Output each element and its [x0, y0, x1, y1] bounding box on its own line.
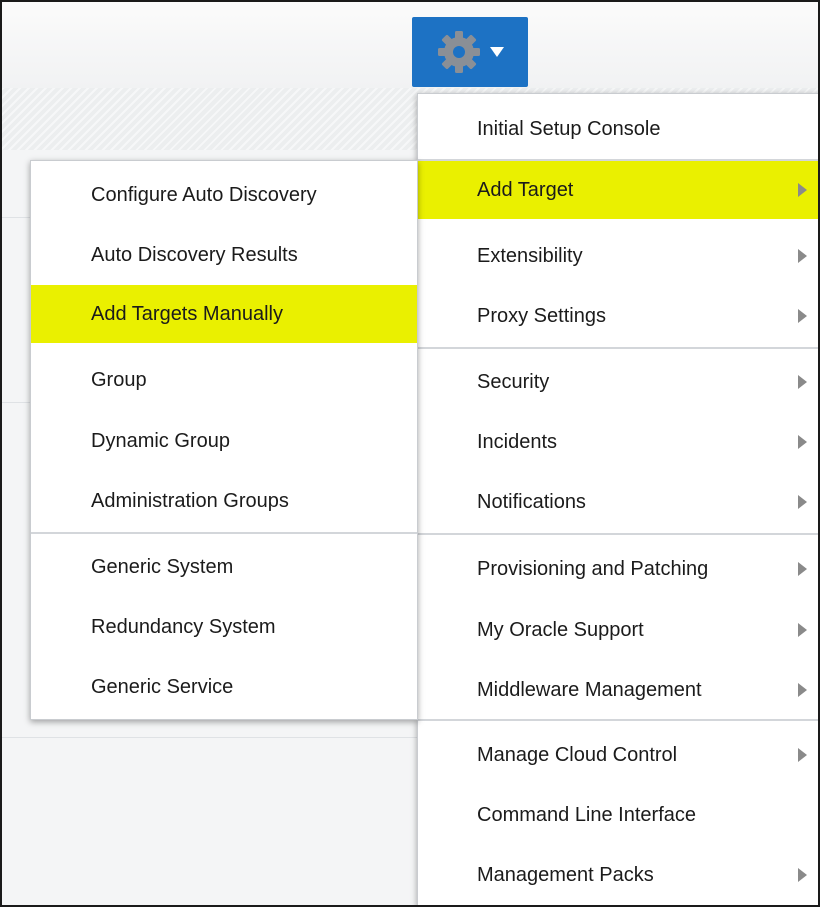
caret-down-icon: [490, 47, 504, 57]
submenu-item-auto-discovery-results[interactable]: Auto Discovery Results: [31, 226, 417, 284]
menu-item-label: Generic Service: [91, 675, 234, 698]
menu-separator: [418, 347, 818, 349]
menu-item-notifications[interactable]: Notifications: [418, 473, 818, 531]
menu-item-label: Administration Groups: [91, 489, 289, 512]
submenu-arrow-icon: [798, 868, 807, 882]
submenu-arrow-icon: [798, 375, 807, 389]
menu-item-incidents[interactable]: Incidents: [418, 413, 818, 471]
submenu-item-generic-service[interactable]: Generic Service: [31, 658, 417, 716]
submenu-arrow-icon: [798, 309, 807, 323]
menu-item-label: Generic System: [91, 555, 234, 578]
menu-item-label: Initial Setup Console: [477, 117, 661, 140]
submenu-item-configure-auto-discovery[interactable]: Configure Auto Discovery: [31, 166, 417, 224]
menu-item-proxy-settings[interactable]: Proxy Settings: [418, 287, 818, 345]
submenu-item-group[interactable]: Group: [31, 351, 417, 409]
menu-item-initial-setup-console[interactable]: Initial Setup Console: [418, 100, 818, 158]
submenu-arrow-icon: [798, 435, 807, 449]
submenu-item-redundancy-system[interactable]: Redundancy System: [31, 598, 417, 656]
menu-item-label: Provisioning and Patching: [477, 557, 709, 580]
menu-item-my-oracle-support[interactable]: My Oracle Support: [418, 601, 818, 659]
submenu-arrow-icon: [798, 683, 807, 697]
submenu-arrow-icon: [798, 183, 807, 197]
menu-item-label: Incidents: [477, 430, 558, 453]
menu-item-label: Command Line Interface: [477, 803, 697, 826]
menu-item-label: Dynamic Group: [91, 429, 230, 452]
menu-separator: [31, 532, 417, 534]
submenu-item-administration-groups[interactable]: Administration Groups: [31, 472, 417, 530]
add-target-submenu: Configure Auto Discovery Auto Discovery …: [30, 160, 418, 720]
submenu-arrow-icon: [798, 495, 807, 509]
settings-menu-button[interactable]: [412, 17, 528, 87]
submenu-arrow-icon: [798, 249, 807, 263]
submenu-item-dynamic-group[interactable]: Dynamic Group: [31, 412, 417, 470]
menu-item-label: Notifications: [477, 490, 586, 513]
submenu-arrow-icon: [798, 748, 807, 762]
submenu-arrow-icon: [798, 562, 807, 576]
menu-item-add-target[interactable]: Add Target: [418, 161, 818, 219]
menu-item-label: Redundancy System: [91, 615, 276, 638]
menu-item-management-packs[interactable]: Management Packs: [418, 846, 818, 904]
menu-item-label: Auto Discovery Results: [91, 243, 298, 266]
menu-item-label: Group: [91, 368, 147, 391]
menu-item-label: Configure Auto Discovery: [91, 183, 317, 206]
top-toolbar: [2, 2, 818, 88]
menu-item-middleware-management[interactable]: Middleware Management: [418, 661, 818, 719]
menu-item-manage-cloud-control[interactable]: Manage Cloud Control: [418, 726, 818, 784]
settings-dropdown-menu: Initial Setup Console Add Target Extensi…: [417, 93, 818, 905]
menu-item-label: Add Targets Manually: [91, 302, 283, 325]
menu-separator: [418, 533, 818, 535]
menu-item-label: Add Target: [477, 178, 574, 201]
menu-item-security[interactable]: Security: [418, 353, 818, 411]
menu-item-label: Proxy Settings: [477, 304, 606, 327]
gear-icon: [438, 31, 480, 73]
page-frame: Initial Setup Console Add Target Extensi…: [0, 0, 820, 907]
menu-item-provisioning-and-patching[interactable]: Provisioning and Patching: [418, 540, 818, 598]
submenu-arrow-icon: [798, 623, 807, 637]
menu-item-command-line-interface[interactable]: Command Line Interface: [418, 786, 818, 844]
menu-item-label: My Oracle Support: [477, 618, 644, 641]
menu-item-label: Security: [477, 370, 550, 393]
menu-separator: [418, 719, 818, 721]
menu-item-label: Middleware Management: [477, 678, 702, 701]
menu-item-label: Management Packs: [477, 863, 654, 886]
submenu-item-generic-system[interactable]: Generic System: [31, 538, 417, 596]
submenu-item-add-targets-manually[interactable]: Add Targets Manually: [31, 285, 417, 343]
menu-item-label: Manage Cloud Control: [477, 743, 678, 766]
menu-item-extensibility[interactable]: Extensibility: [418, 227, 818, 285]
menu-item-label: Extensibility: [477, 244, 583, 267]
